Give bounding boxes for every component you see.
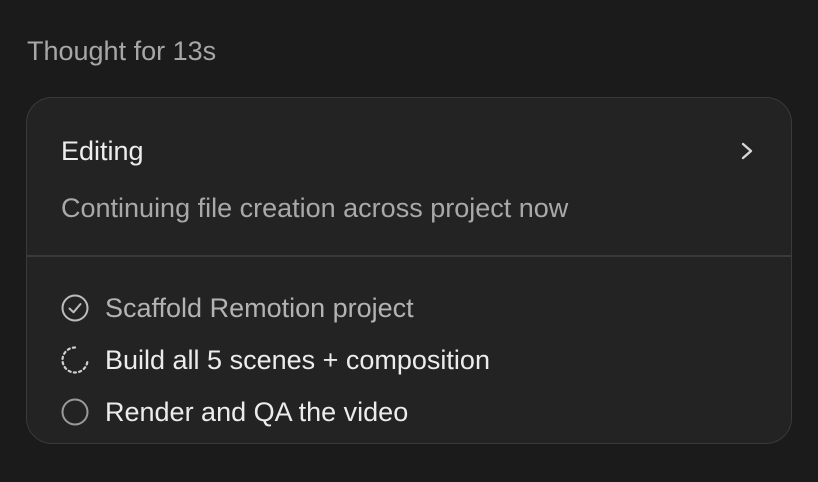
thought-duration[interactable]: Thought for 13s bbox=[27, 34, 216, 68]
spinner-icon bbox=[61, 346, 89, 374]
task-item: Render and QA the video bbox=[60, 386, 771, 438]
task-list: Scaffold Remotion project Build all 5 sc… bbox=[60, 282, 771, 438]
task-label: Build all 5 scenes + composition bbox=[105, 345, 490, 375]
card-title: Editing bbox=[61, 136, 144, 166]
editing-header[interactable]: Editing Continuing file creation across … bbox=[27, 98, 791, 256]
task-label: Scaffold Remotion project bbox=[105, 293, 414, 323]
chevron-right-icon[interactable] bbox=[737, 138, 757, 164]
task-card: Editing Continuing file creation across … bbox=[26, 97, 792, 444]
task-label: Render and QA the video bbox=[105, 397, 409, 427]
card-subtitle: Continuing file creation across project … bbox=[61, 193, 569, 223]
task-item: Scaffold Remotion project bbox=[60, 282, 771, 334]
empty-circle-icon bbox=[61, 398, 89, 426]
check-circle-icon bbox=[61, 294, 89, 322]
task-item: Build all 5 scenes + composition bbox=[60, 334, 771, 386]
divider bbox=[27, 255, 791, 257]
